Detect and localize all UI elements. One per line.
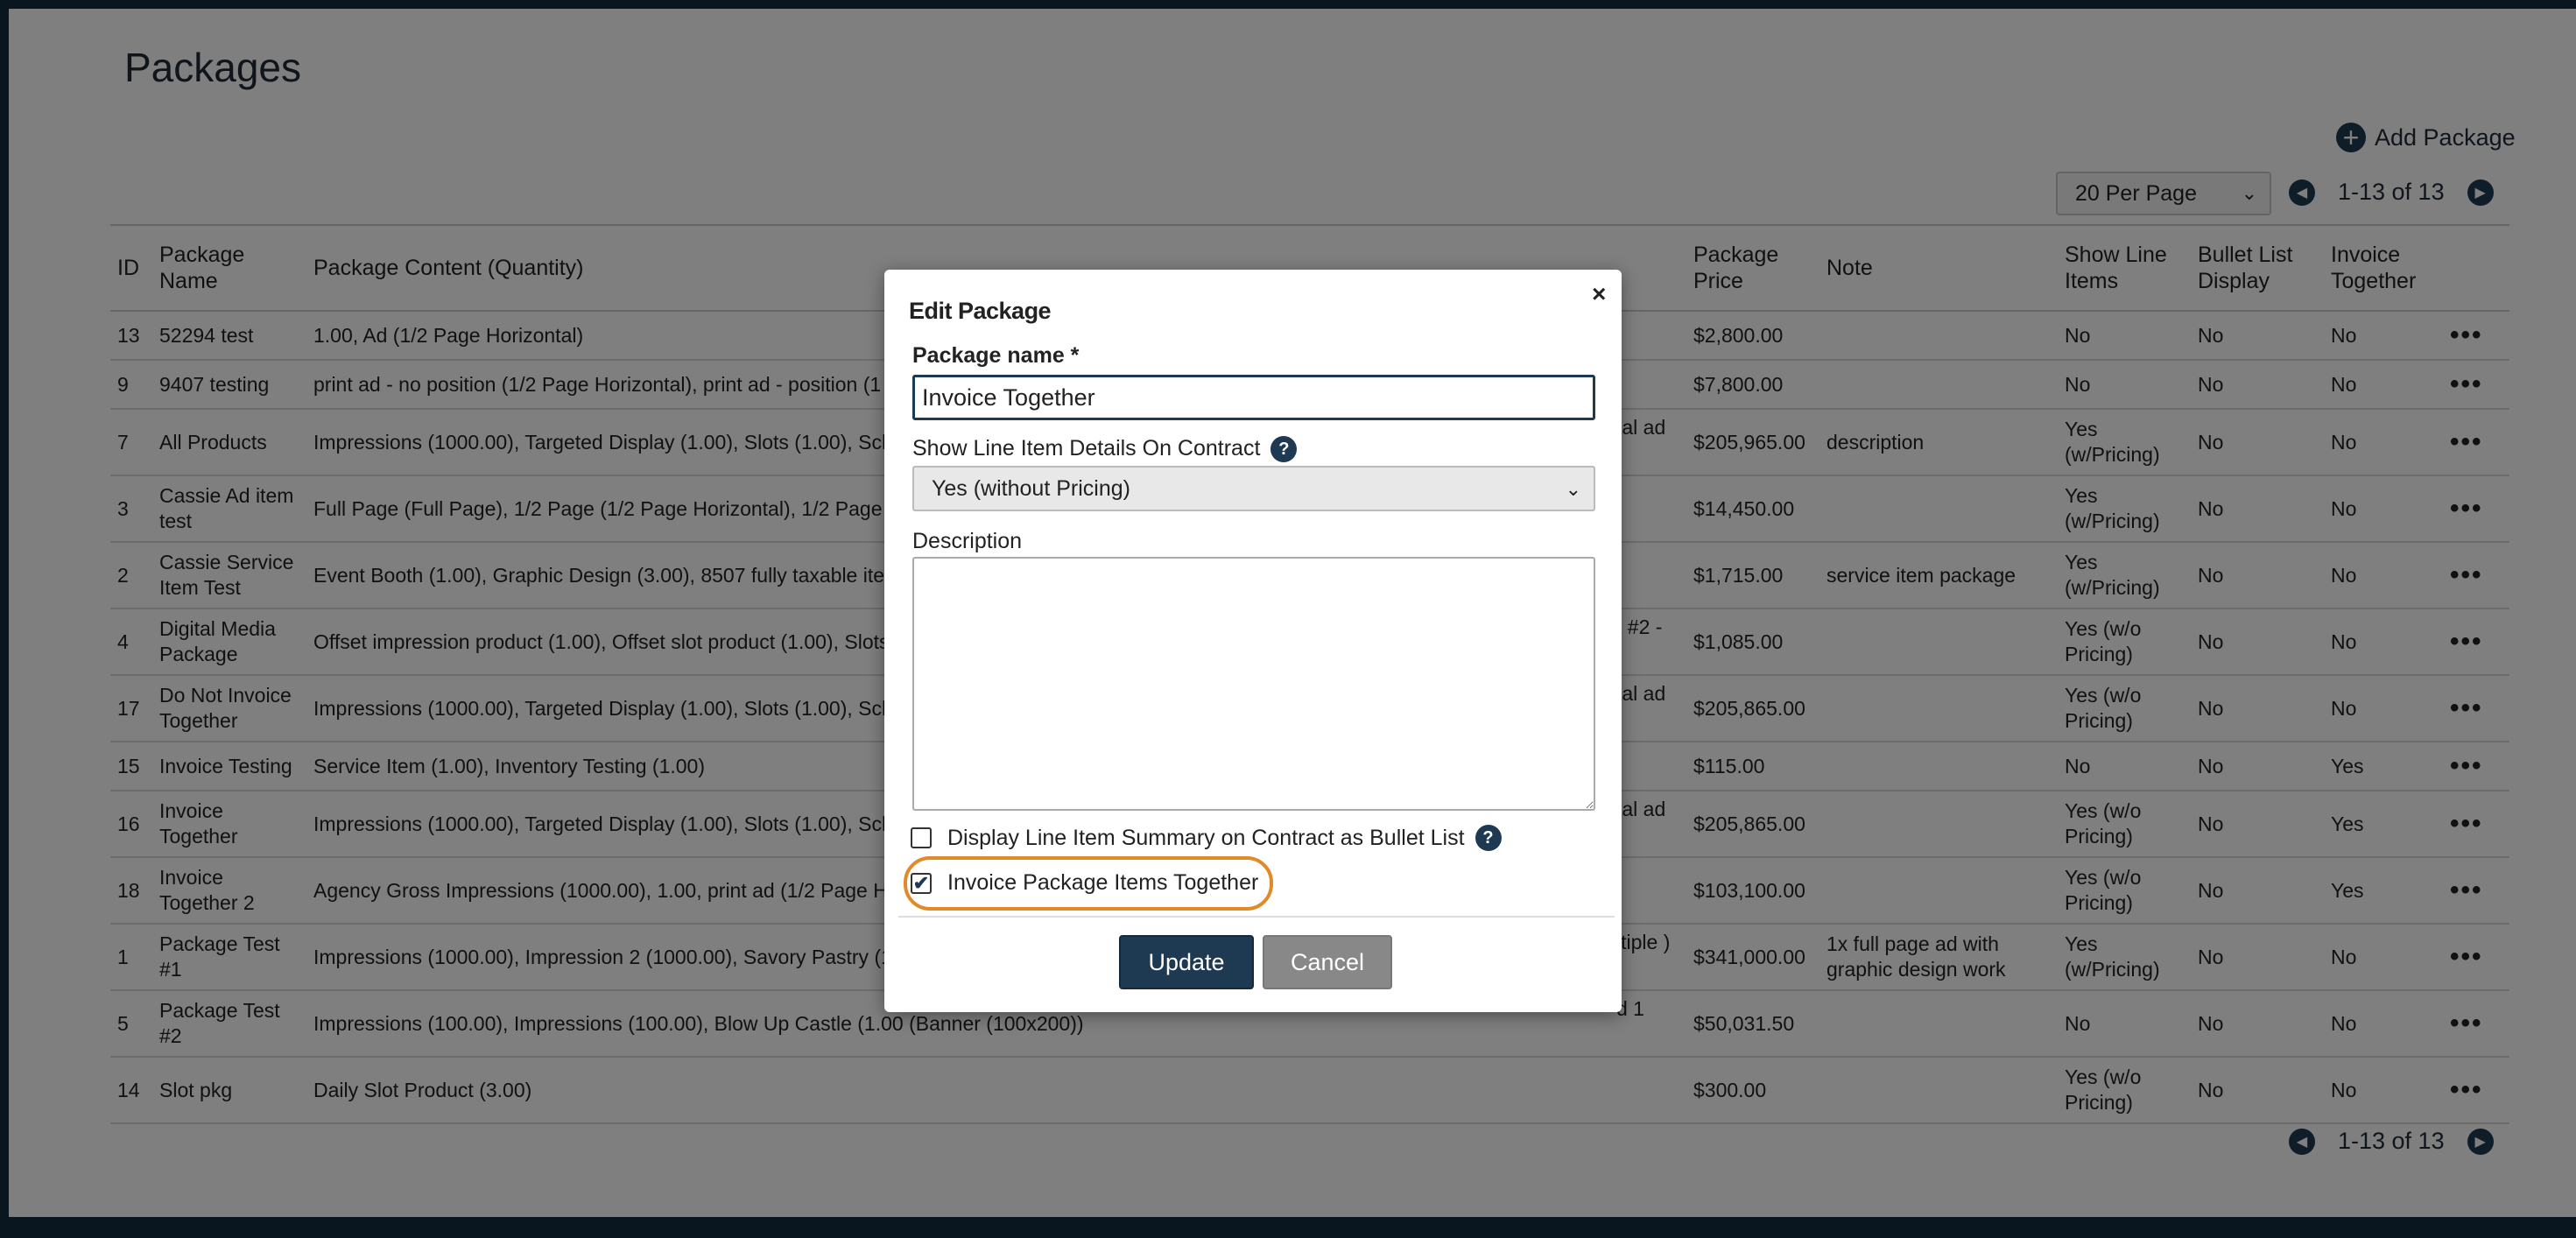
edit-package-dialog: Edit Package × Package name * Show Line … [884, 270, 1622, 1012]
update-button[interactable]: Update [1119, 935, 1254, 989]
show-line-items-value: Yes (without Pricing) [932, 475, 1130, 501]
invoice-together-label: Invoice Package Items Together [947, 870, 1259, 895]
bullet-list-row: Display Line Item Summary on Contract as… [911, 825, 1502, 851]
description-label: Description [912, 529, 1023, 553]
chevron-down-icon: ⌄ [1565, 478, 1581, 500]
invoice-together-checkbox[interactable]: ✔ [911, 872, 932, 894]
bullet-list-checkbox[interactable] [911, 827, 932, 848]
show-line-items-label-row: Show Line Item Details On Contract? [912, 436, 1298, 463]
description-textarea[interactable] [912, 557, 1595, 811]
help-icon[interactable]: ? [1475, 825, 1502, 851]
dialog-title: Edit Package [909, 298, 1052, 324]
package-name-input[interactable] [912, 375, 1595, 420]
invoice-together-row: ✔ Invoice Package Items Together [911, 870, 1258, 896]
bullet-list-label: Display Line Item Summary on Contract as… [947, 825, 1465, 850]
cancel-button[interactable]: Cancel [1263, 935, 1392, 989]
show-line-items-label: Show Line Item Details On Contract [912, 436, 1261, 461]
close-icon[interactable]: × [1592, 280, 1606, 308]
dialog-divider [898, 916, 1615, 918]
package-name-label: Package name * [912, 343, 1080, 368]
help-icon[interactable]: ? [1270, 436, 1298, 463]
show-line-items-select[interactable]: Yes (without Pricing) ⌄ [912, 466, 1595, 511]
